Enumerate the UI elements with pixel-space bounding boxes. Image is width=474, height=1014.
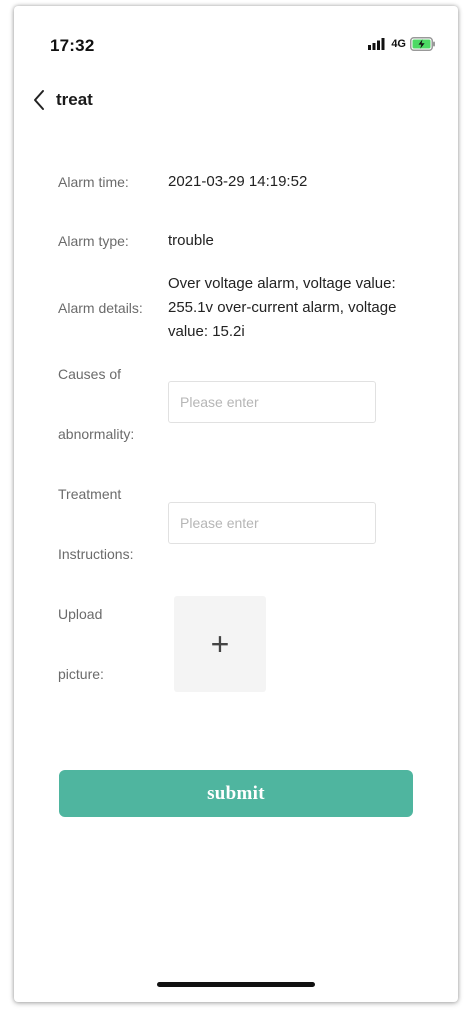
instructions-input[interactable] xyxy=(168,502,376,544)
phone-screen: 17:32 4G treat Alarm time: 2021-03-29 14… xyxy=(14,6,458,1002)
alarm-time-label: Alarm time: xyxy=(58,174,129,190)
causes-input[interactable] xyxy=(168,381,376,423)
submit-button[interactable]: submit xyxy=(59,770,413,817)
home-indicator xyxy=(157,982,315,987)
network-type: 4G xyxy=(391,38,406,50)
alarm-details-value: Over voltage alarm, voltage value: 255.1… xyxy=(168,275,397,340)
alarm-type-label: Alarm type: xyxy=(58,233,129,249)
status-time: 17:32 xyxy=(50,36,95,55)
causes-label-line2: abnormality: xyxy=(58,426,135,442)
upload-label-line2: picture: xyxy=(58,666,104,682)
instructions-label-line1: Treatment xyxy=(58,486,122,502)
status-bar: 17:32 4G xyxy=(14,6,458,76)
upload-label-line1: Upload xyxy=(58,606,103,622)
chevron-left-icon xyxy=(32,89,48,111)
status-indicators: 4G xyxy=(367,37,436,51)
instructions-label-line2: Instructions: xyxy=(58,546,134,562)
alarm-details-label: Alarm details: xyxy=(58,300,143,316)
upload-picture-button[interactable]: + xyxy=(174,596,266,692)
back-button[interactable]: treat xyxy=(32,86,93,114)
nav-bar: treat xyxy=(14,78,458,122)
battery-charging-icon xyxy=(410,37,436,51)
signal-bars-icon xyxy=(367,37,387,51)
alarm-type-value: trouble xyxy=(168,232,214,249)
alarm-time-value: 2021-03-29 14:19:52 xyxy=(168,173,308,190)
causes-label-line1: Causes of xyxy=(58,366,122,382)
plus-icon: + xyxy=(210,626,230,662)
page-title: treat xyxy=(56,90,93,109)
